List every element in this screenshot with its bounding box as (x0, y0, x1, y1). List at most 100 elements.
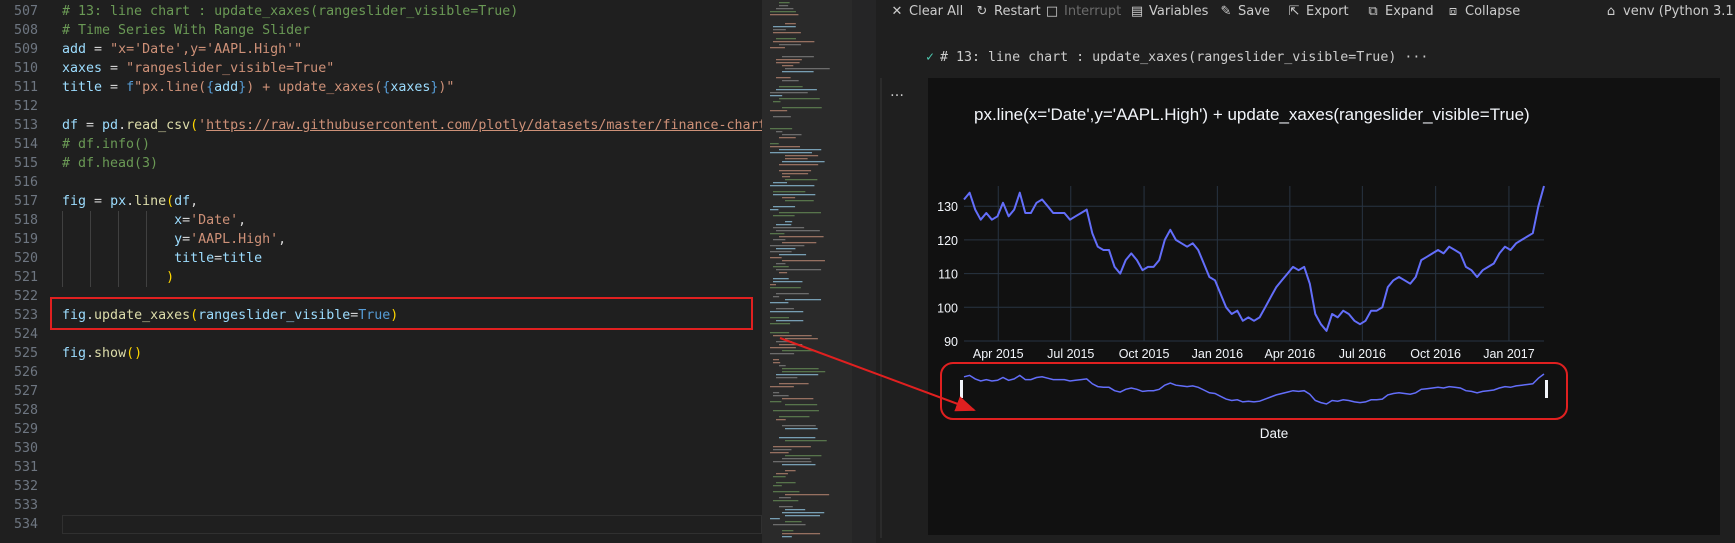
line-number: 530 (13, 441, 38, 456)
code-line[interactable]: 511 title = f"px.line({add}) + update_xax… (0, 78, 762, 97)
x-tick-label: Jan 2017 (1483, 347, 1534, 361)
export-button[interactable]: ⇱ Export (1287, 3, 1349, 21)
toolbar: ✕ Clear All ↻ Restart □ Interrupt ▤ Variable… (876, 0, 1735, 24)
code-token: title (174, 251, 215, 266)
code-token: df (174, 194, 191, 209)
code-line[interactable]: 507 # 13: line chart : update_xaxes(range… (0, 2, 762, 21)
indent-guide (62, 211, 63, 287)
y-tick-label: 120 (937, 234, 958, 248)
line-number: 523 (13, 308, 38, 323)
save-icon: ✎ (1220, 4, 1232, 19)
line-number: 531 (13, 460, 38, 475)
collapse-button[interactable]: ⧈ Collapse (1446, 3, 1520, 21)
x-tick-label: Jul 2016 (1339, 347, 1386, 361)
code-text: fig = px.line(df, (62, 192, 198, 211)
code-line[interactable]: 533 (0, 496, 762, 515)
code-line[interactable]: 528 (0, 401, 762, 420)
line-number: 522 (13, 289, 38, 304)
kernel-picker[interactable]: ⌂ venv (Python 3.11. (1604, 3, 1735, 21)
line-number: 519 (13, 232, 38, 247)
plotly-output[interactable]: px.line(x='Date',y='AAPL.High') + update… (928, 78, 1720, 535)
code-line[interactable]: 527 (0, 382, 762, 401)
code-line[interactable]: 516 (0, 173, 762, 192)
code-token: , (190, 194, 199, 209)
variables-button[interactable]: ▤ Variables (1130, 3, 1209, 21)
code-line[interactable]: 515 # df.head(3) (0, 154, 762, 173)
line-chart[interactable]: px.line(x='Date',y='AAPL.High') + update… (928, 78, 1720, 535)
code-token: read_csv (126, 118, 191, 133)
code-line[interactable]: 514 # df.info() (0, 135, 762, 154)
code-token: title (222, 251, 263, 266)
line-number: 515 (13, 156, 38, 171)
code-text: # 13: line chart : update_xaxes(rangesli… (62, 2, 518, 21)
code-token: { (206, 80, 215, 95)
pane-divider[interactable] (852, 0, 876, 543)
y-tick-label: 100 (937, 301, 958, 315)
expand-icon: ⧉ (1368, 4, 1378, 19)
code-line[interactable]: 526 (0, 363, 762, 382)
more-actions-icon[interactable]: … (890, 84, 904, 100)
variables-label: Variables (1149, 4, 1209, 19)
line-number: 528 (13, 403, 38, 418)
rangeslider-handle-left (960, 380, 963, 398)
code-text: fig.show() (62, 344, 142, 363)
code-line[interactable]: 529 (0, 420, 762, 439)
code-line[interactable]: 532 (0, 477, 762, 496)
code-line[interactable]: 510 xaxes = "rangeslider_visible=True" (0, 59, 762, 78)
code-line[interactable]: 518 x='Date', (0, 211, 762, 230)
minimap[interactable] (762, 0, 853, 543)
line-number: 532 (13, 479, 38, 494)
save-button[interactable]: ✎ Save (1219, 3, 1270, 21)
code-token: "x='Date',y='AAPL.High'" (110, 42, 303, 57)
code-line[interactable]: 530 (0, 439, 762, 458)
close-icon: ✕ (891, 4, 903, 19)
cell-source-summary[interactable]: ✓ # 13: line chart : update_xaxes(rangesl… (926, 50, 1428, 65)
code-text: # df.info() (62, 135, 150, 154)
collapse-icon: ⧈ (1448, 4, 1458, 19)
code-line[interactable]: 525 fig.show() (0, 344, 762, 363)
code-token: = (102, 61, 127, 76)
expand-button[interactable]: ⧉ Expand (1366, 3, 1434, 21)
cell-focus-bar (880, 78, 882, 538)
line-number: 508 (13, 23, 38, 38)
code-token: https://raw.githubusercontent.com/plotly… (206, 118, 762, 133)
code-token: "rangeslider_visible=True" (126, 61, 335, 76)
code-token: add (62, 42, 87, 57)
code-line[interactable]: 521 ) (0, 268, 762, 287)
code-line[interactable]: 517 fig = px.line(df, (0, 192, 762, 211)
clear-all-button[interactable]: ✕ Clear All (890, 3, 964, 21)
code-token: # df.info() (62, 137, 151, 152)
x-tick-label: Apr 2015 (973, 347, 1024, 361)
code-token: # 13: line chart : update_xaxes(rangesli… (62, 4, 519, 19)
code-editor[interactable]: 507 # 13: line chart : update_xaxes(range… (0, 0, 762, 543)
variables-icon: ▤ (1130, 4, 1144, 19)
y-tick-label: 130 (937, 200, 958, 214)
expand-label: Expand (1385, 4, 1434, 19)
save-label: Save (1238, 4, 1270, 19)
line-number: 524 (13, 327, 38, 342)
code-token: ) (166, 270, 175, 285)
interrupt-button[interactable]: □ Interrupt (1045, 3, 1121, 21)
code-token: = (102, 80, 127, 95)
code-token: )" (438, 80, 455, 95)
code-token: xaxes (390, 80, 431, 95)
code-token: = (86, 194, 111, 209)
code-line[interactable]: 512 (0, 97, 762, 116)
code-token: title (62, 80, 103, 95)
line-number: 534 (13, 517, 38, 532)
minimap-slider[interactable] (762, 0, 852, 543)
code-line[interactable]: 513 df = pd.read_csv('https://raw.githubu… (0, 116, 762, 135)
code-token: = (86, 42, 111, 57)
code-line[interactable]: 509 add = "x='Date',y='AAPL.High'" (0, 40, 762, 59)
check-icon: ✓ (926, 50, 935, 65)
indent-guide (90, 211, 91, 287)
restart-button[interactable]: ↻ Restart (975, 3, 1041, 21)
code-line[interactable]: 531 (0, 458, 762, 477)
line-number: 509 (13, 42, 38, 57)
code-line[interactable]: 520 title=title (0, 249, 762, 268)
code-token: ) + update_xaxes( (246, 80, 383, 95)
code-token: , (238, 213, 247, 228)
code-line[interactable]: 508 # Time Series With Range Slider (0, 21, 762, 40)
code-line[interactable]: 519 y='AAPL.High', (0, 230, 762, 249)
code-token: 'Date' (190, 213, 239, 228)
